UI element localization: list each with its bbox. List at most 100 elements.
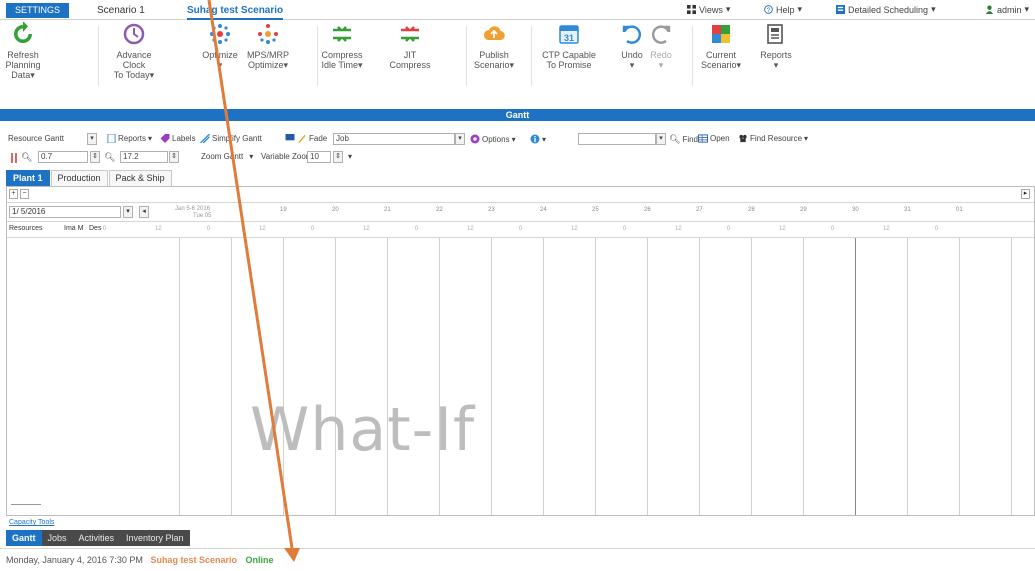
mps-mrp-optimize-button[interactable]: MPS/MRP Optimize▾: [244, 22, 292, 70]
publish-scenario-button[interactable]: Publish Scenario▾: [474, 22, 514, 70]
refresh-planning-data-button[interactable]: Refresh Planning Data▾: [0, 22, 46, 80]
advance-clock-button[interactable]: Advance Clock To Today▾: [104, 22, 164, 80]
zoom-level-2-spinner[interactable]: ⇕: [169, 151, 179, 163]
ribbon-divider: [317, 26, 318, 86]
redo-line1: Redo: [650, 50, 672, 60]
compress-idle-time-button[interactable]: Compress Idle Time▾: [320, 22, 364, 70]
tab-jobs[interactable]: Jobs: [42, 530, 73, 546]
col-resources[interactable]: Resources: [9, 225, 42, 232]
resource-gantt-dropdown[interactable]: Resource Gantt: [8, 134, 64, 143]
fade-button[interactable]: Fade: [285, 134, 327, 143]
simplify-label: Simplify Gantt: [212, 134, 262, 143]
status-online: Online: [245, 555, 274, 565]
date-nav-button[interactable]: ◂: [139, 206, 149, 218]
options-button[interactable]: Options ▾: [470, 134, 516, 144]
ribbon-divider: [531, 26, 532, 86]
user-menu[interactable]: admin ▾: [985, 4, 1029, 15]
advance-clock-line1: Advance Clock: [116, 50, 152, 70]
col-des[interactable]: Des: [89, 225, 101, 232]
info-button[interactable]: ▾: [530, 134, 546, 144]
zoom-out-button[interactable]: 🔍︎: [104, 152, 115, 163]
tab-gantt[interactable]: Gantt: [6, 530, 42, 546]
search-icon: 🔍︎: [669, 134, 681, 144]
compress-line1: Compress: [321, 50, 363, 60]
labels-button[interactable]: Labels: [160, 134, 196, 143]
find-input-arrow[interactable]: ▾: [656, 133, 666, 145]
ctp-capable-to-promise-button[interactable]: 31 CTP Capable To Promise: [538, 22, 600, 70]
find-label: Find: [682, 135, 698, 144]
tab-pack-ship[interactable]: Pack & Ship: [108, 170, 172, 186]
find-resource-button[interactable]: Find Resource ▾: [738, 134, 808, 143]
grid-line: [439, 238, 440, 515]
variable-zoom-input[interactable]: 10: [307, 151, 331, 163]
mps-icon: [258, 24, 278, 44]
zoom-level-1-spinner[interactable]: ⇕: [90, 151, 100, 163]
simplify-icon: [200, 134, 210, 143]
sort-button[interactable]: 🔍︎: [9, 152, 32, 163]
hour-mark: 0: [831, 226, 835, 232]
jit-compress-button[interactable]: JIT Compress: [384, 22, 436, 70]
tab-plant-1[interactable]: Plant 1: [6, 170, 50, 186]
hour-mark: 12: [571, 226, 578, 232]
fade-select[interactable]: Job: [333, 133, 455, 145]
publish-icon: [483, 26, 505, 41]
reports-toolbar-button[interactable]: Reports ▾: [107, 134, 152, 143]
current-scenario-button[interactable]: Current Scenario▾: [701, 22, 741, 70]
options-label: Options: [482, 134, 510, 144]
svg-text:?: ?: [767, 7, 771, 14]
open-button[interactable]: Open: [698, 134, 730, 143]
scroll-right-button[interactable]: ▸: [1021, 189, 1030, 199]
tab-scenario-1[interactable]: Scenario 1: [97, 5, 145, 16]
chevron-down-icon: ▾: [1024, 4, 1030, 14]
gantt-nav-row: + − ▸: [7, 187, 1034, 203]
settings-tab[interactable]: SETTINGS: [6, 3, 69, 18]
optimize-icon: [210, 24, 230, 44]
grid-line: [283, 238, 284, 515]
day-number: 23: [488, 207, 495, 213]
tab-activities[interactable]: Activities: [73, 530, 121, 546]
hour-mark: 12: [883, 226, 890, 232]
hour-mark: 12: [259, 226, 266, 232]
gantt-header-bar: Gantt: [0, 109, 1035, 121]
reports-button[interactable]: Reports ▾: [758, 22, 794, 70]
tab-inventory-plan[interactable]: Inventory Plan: [120, 530, 190, 546]
jit-compress-line1: JIT Compress: [389, 50, 431, 70]
expand-button[interactable]: +: [9, 189, 18, 199]
calendar-day: 31: [564, 33, 574, 43]
zoom-level-1-input[interactable]: 0.7: [38, 151, 88, 163]
redo-button[interactable]: Redo ▾: [648, 22, 674, 70]
collapse-button[interactable]: −: [20, 189, 29, 199]
gantt-toolbar-row-1: Resource Gantt ▾ Reports ▾ Labels Simplif…: [0, 131, 1035, 148]
tab-suhag-test-scenario[interactable]: Suhag test Scenario: [187, 5, 284, 20]
date-picker-dropdown[interactable]: ▾: [123, 206, 133, 218]
refresh-line1: Refresh: [7, 50, 39, 60]
detailed-scheduling-menu[interactable]: Detailed Scheduling ▾: [836, 4, 936, 15]
tab-production[interactable]: Production: [50, 170, 108, 186]
find-button[interactable]: 🔍︎ Find: [669, 134, 698, 145]
resize-handle[interactable]: [11, 504, 41, 505]
publish-line1: Publish: [479, 50, 509, 60]
sort-icon: [11, 152, 17, 163]
advance-clock-line2: To Today: [113, 70, 150, 80]
col-ima[interactable]: Ima M: [64, 225, 83, 232]
reports-toolbar-label: Reports: [118, 134, 147, 143]
capacity-tools-link[interactable]: Capacity Tools: [9, 519, 54, 526]
zoom-level-2-input[interactable]: 17.2: [120, 151, 168, 163]
day-number: 25: [592, 207, 599, 213]
views-menu[interactable]: Views ▾: [687, 4, 730, 15]
current-scenario-line1: Current: [705, 50, 736, 60]
fade-select-arrow[interactable]: ▾: [455, 133, 465, 145]
hour-mark: 0: [103, 226, 107, 232]
find-input[interactable]: [578, 133, 656, 145]
grid-line: [647, 238, 648, 515]
optimize-button[interactable]: Optimize ▾: [199, 22, 241, 70]
undo-button[interactable]: Undo ▾: [619, 22, 645, 70]
variable-zoom-dropdown[interactable]: ▾: [348, 152, 352, 161]
resource-gantt-arrow[interactable]: ▾: [87, 133, 97, 145]
variable-zoom-spinner[interactable]: ⇕: [333, 151, 343, 163]
help-menu[interactable]: ? Help ▾: [764, 4, 802, 15]
simplify-gantt-button[interactable]: Simplify Gantt: [200, 134, 262, 143]
gantt-chart-area[interactable]: + − ▸ 1/ 5/2016 ▾ ◂ Jan 5-6 2016 Tue 05 …: [6, 186, 1035, 516]
zoom-gantt-dropdown[interactable]: Zoom Gantt ▾: [201, 152, 253, 161]
date-picker-input[interactable]: 1/ 5/2016: [9, 206, 121, 218]
